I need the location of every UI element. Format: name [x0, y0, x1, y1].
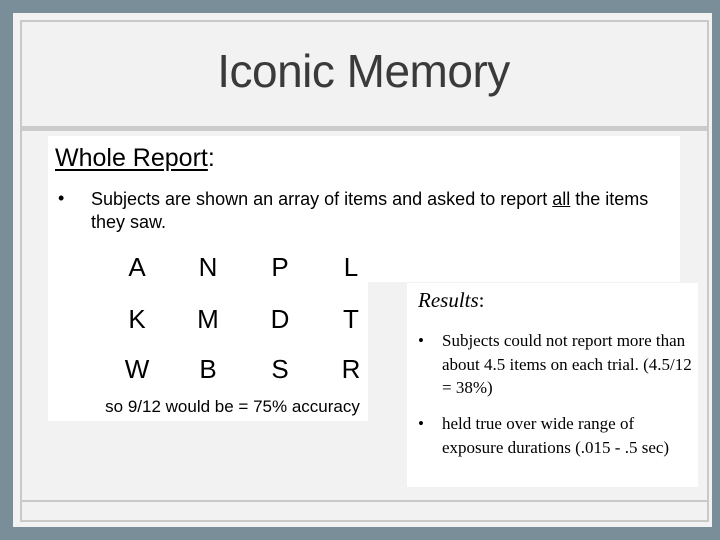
grid-letter: S [271, 354, 289, 384]
grid-letter: M [197, 304, 219, 334]
results-bullet: held true over wide range of exposure du… [442, 414, 670, 457]
grid-letter: L [343, 252, 359, 282]
bullet-marker: • [418, 331, 424, 350]
accuracy-note: so 9/12 would be = 75% accuracy [105, 397, 360, 416]
whole-report-heading: Whole Report: [55, 144, 215, 173]
grid-letter: P [271, 252, 289, 282]
results-bullet: Subjects could not report more than abou… [442, 331, 692, 397]
whole-report-bullet: Subjects are shown an array of items and… [91, 188, 671, 234]
footer-divider [22, 500, 707, 502]
bullet-marker: • [58, 188, 65, 208]
title-divider [22, 126, 707, 131]
whole-report-heading-colon: : [207, 144, 215, 172]
grid-letter: N [198, 252, 218, 282]
grid-letter: A [128, 252, 146, 282]
bullet-marker: • [418, 414, 424, 433]
bullet-text-part: Subjects are shown an array of items and… [91, 189, 553, 209]
bullet-emphasis: all [552, 189, 571, 209]
grid-letter: D [270, 304, 290, 334]
grid-letter: B [199, 354, 217, 384]
results-heading: Results: [418, 288, 485, 313]
grid-letter: W [124, 354, 150, 384]
results-heading-text: Results [418, 288, 479, 312]
results-heading-colon: : [478, 288, 485, 312]
whole-report-heading-text: Whole Report [55, 144, 208, 172]
grid-letter: K [128, 304, 146, 334]
slide-title: Iconic Memory [217, 45, 510, 97]
grid-letter: T [343, 304, 359, 334]
grid-letter: R [341, 354, 361, 384]
